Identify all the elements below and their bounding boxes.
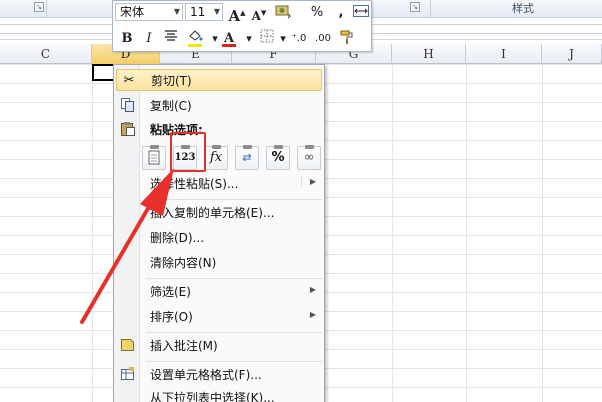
paste-link-icon[interactable]: ∞: [297, 145, 321, 170]
menu-item-sort[interactable]: 排序(O) ▶: [116, 306, 322, 328]
menu-item-insert-copied-cells[interactable]: 插入复制的单元格(E)...: [116, 202, 322, 224]
font-size-box[interactable]: 11 ▼: [185, 3, 223, 21]
decrease-decimal-button[interactable]: .00: [313, 29, 333, 49]
menu-item-pick-from-list[interactable]: 从下拉列表中选择(K)...: [116, 387, 322, 402]
font-size-value: 11: [190, 5, 206, 19]
increase-decimal-button[interactable]: ⁺.0: [289, 29, 309, 49]
scissors-icon: ✂: [123, 73, 135, 88]
align-center-icon[interactable]: [161, 29, 181, 49]
menu-item-label: 筛选(E): [150, 285, 191, 299]
comma-style-button[interactable]: ,: [331, 3, 351, 23]
highlight-box: [170, 132, 206, 172]
menu-separator: [146, 361, 322, 362]
font-color-bar: [222, 44, 236, 47]
shrink-font-button[interactable]: A▼: [249, 3, 269, 23]
ribbon-separator: [430, 0, 431, 18]
grid-line: [466, 64, 467, 402]
menu-item-paste-special[interactable]: 选择性粘贴(S)... ▶: [116, 173, 322, 195]
paste-options-row: 123 fx ⇄ % ∞: [142, 145, 322, 173]
menu-item-label: 复制(C): [150, 99, 192, 113]
submenu-arrow-icon: ▶: [309, 310, 316, 319]
menu-header-paste-options: 粘贴选项:: [116, 119, 322, 141]
paste-transpose-icon[interactable]: ⇄: [235, 145, 259, 170]
grid-line: [92, 64, 93, 402]
excel-window: ↘ ↘ 样式 C D E F G H I J 宋体 ▼ 11 ▼ A▲ A▼ %…: [0, 0, 602, 402]
column-header-h[interactable]: H: [392, 44, 466, 64]
chevron-down-icon[interactable]: ▼: [174, 4, 180, 20]
percent-style-button[interactable]: %: [307, 3, 327, 23]
font-name-value: 宋体: [120, 5, 145, 19]
menu-item-label: 设置单元格格式(F)...: [150, 368, 262, 382]
context-menu: ✂ 剪切(T) 复制(C) 粘贴选项: 123 fx ⇄ % ∞ 选择性粘贴(S…: [113, 64, 325, 402]
ribbon-separator: [46, 0, 47, 18]
dialog-launcher-icon[interactable]: ↘: [410, 2, 420, 12]
mini-toolbar: 宋体 ▼ 11 ▼ A▲ A▼ % , B I ▾ A ▾ ▾ ⁺.0 .00: [112, 0, 372, 52]
paste-formatting-icon[interactable]: %: [266, 145, 290, 170]
menu-item-insert-comment[interactable]: 插入批注(M): [116, 335, 322, 357]
menu-item-label: 从下拉列表中选择(K)...: [150, 391, 275, 402]
chevron-down-icon[interactable]: ▾: [239, 29, 259, 49]
menu-separator: [146, 199, 322, 200]
paste-icon: [119, 121, 137, 139]
format-cells-icon: [119, 366, 137, 384]
menu-separator: [146, 278, 322, 279]
menu-item-format-cells[interactable]: 设置单元格格式(F)...: [116, 364, 322, 386]
font-name-box[interactable]: 宋体 ▼: [115, 3, 183, 21]
column-header-c[interactable]: C: [0, 44, 92, 64]
menu-item-delete[interactable]: 删除(D)...: [116, 227, 322, 249]
format-painter-icon[interactable]: [337, 29, 357, 49]
fill-color-icon[interactable]: [185, 29, 205, 49]
comment-icon: [119, 337, 137, 355]
dialog-launcher-icon[interactable]: ↘: [34, 2, 44, 12]
menu-item-label: 选择性粘贴(S)...: [150, 177, 239, 191]
font-color-button[interactable]: A: [219, 29, 239, 49]
merge-center-icon[interactable]: [351, 3, 371, 23]
menu-item-label: 排序(O): [150, 310, 193, 324]
paste-all-icon[interactable]: [142, 145, 166, 170]
menu-item-label: 插入批注(M): [150, 339, 218, 353]
menu-item-copy[interactable]: 复制(C): [116, 95, 322, 117]
menu-item-filter[interactable]: 筛选(E) ▶: [116, 281, 322, 303]
menu-item-label: 插入复制的单元格(E)...: [150, 206, 275, 220]
submenu-arrow-icon: ▶: [309, 285, 316, 294]
fill-color-bar: [188, 44, 202, 47]
styles-group-label: 样式: [512, 2, 534, 15]
menu-separator: [146, 332, 322, 333]
menu-item-clear-contents[interactable]: 清除内容(N): [116, 252, 322, 274]
menu-item-cut[interactable]: ✂ 剪切(T): [116, 69, 322, 91]
column-header-i[interactable]: I: [466, 44, 542, 64]
chevron-down-icon[interactable]: ▼: [214, 4, 220, 20]
copy-icon: [119, 97, 137, 115]
accounting-format-icon[interactable]: [273, 3, 293, 23]
grid-line: [392, 64, 393, 402]
grid-line: [542, 64, 543, 402]
bold-button[interactable]: B: [117, 29, 137, 49]
italic-button[interactable]: I: [139, 29, 159, 49]
menu-item-label: 清除内容(N): [150, 256, 217, 270]
paste-formulas-icon[interactable]: fx: [204, 145, 228, 170]
column-header-j[interactable]: J: [542, 44, 602, 64]
grow-font-button[interactable]: A▲: [227, 3, 247, 25]
menu-item-label: 删除(D)...: [150, 231, 205, 245]
submenu-arrow-icon: ▶: [300, 177, 316, 186]
menu-item-label: 剪切(T): [151, 74, 192, 88]
